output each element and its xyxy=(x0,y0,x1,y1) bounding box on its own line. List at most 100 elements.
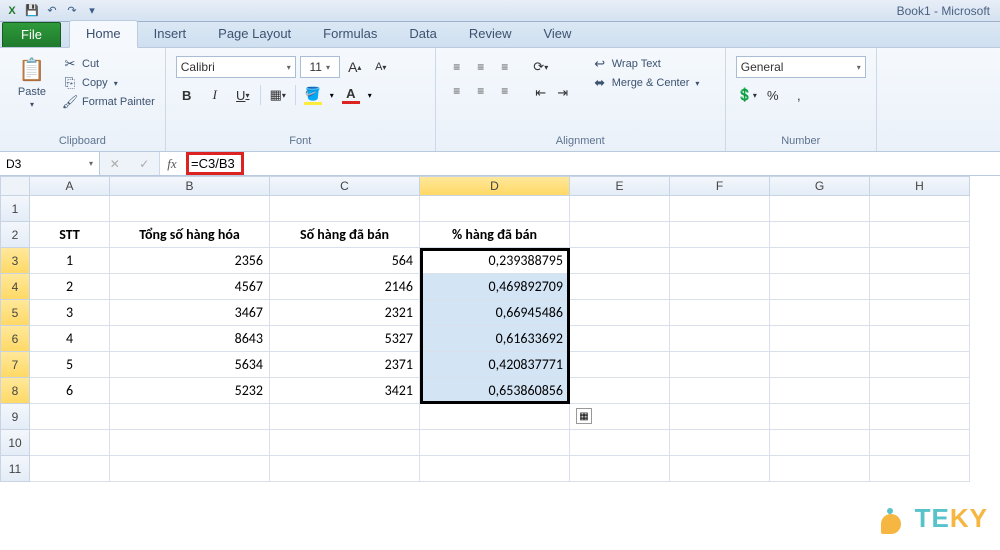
row-header-3[interactable]: 3 xyxy=(0,248,30,274)
font-name-combo[interactable]: Calibri▾ xyxy=(176,56,296,78)
row-header-5[interactable]: 5 xyxy=(0,300,30,326)
cell[interactable]: 3421 xyxy=(270,378,420,404)
cell[interactable] xyxy=(420,456,570,482)
cell[interactable]: 0,61633692 xyxy=(420,326,570,352)
tab-view[interactable]: View xyxy=(527,21,587,47)
cell[interactable] xyxy=(870,274,970,300)
cell[interactable]: 0,420837771 xyxy=(420,352,570,378)
align-top-button[interactable]: ≡ xyxy=(446,56,468,78)
cell[interactable] xyxy=(110,430,270,456)
cell[interactable] xyxy=(770,404,870,430)
cell[interactable]: 2146 xyxy=(270,274,420,300)
cell[interactable] xyxy=(670,404,770,430)
cell[interactable] xyxy=(110,456,270,482)
col-header-C[interactable]: C xyxy=(270,176,420,196)
tab-formulas[interactable]: Formulas xyxy=(307,21,393,47)
cell[interactable] xyxy=(110,404,270,430)
border-button[interactable]: ▦▾ xyxy=(267,84,289,106)
font-color-button[interactable]: A xyxy=(340,84,362,106)
cell[interactable] xyxy=(770,352,870,378)
cell[interactable] xyxy=(870,378,970,404)
cell[interactable] xyxy=(670,378,770,404)
font-size-combo[interactable]: 11▾ xyxy=(300,56,340,78)
cell[interactable] xyxy=(770,274,870,300)
col-header-D[interactable]: D xyxy=(420,176,570,196)
cell[interactable]: Số hàng đã bán xyxy=(270,222,420,248)
cell[interactable] xyxy=(670,352,770,378)
cell[interactable] xyxy=(870,404,970,430)
cell[interactable] xyxy=(30,196,110,222)
cell[interactable]: 0,239388795 xyxy=(420,248,570,274)
cell[interactable] xyxy=(770,248,870,274)
cell[interactable] xyxy=(570,352,670,378)
redo-icon[interactable]: ↷ xyxy=(64,3,80,19)
col-header-E[interactable]: E xyxy=(570,176,670,196)
fill-color-button[interactable]: 🪣 xyxy=(302,84,324,106)
cell[interactable] xyxy=(270,196,420,222)
cell[interactable] xyxy=(570,300,670,326)
enter-formula-icon[interactable]: ✓ xyxy=(139,157,149,171)
cell[interactable] xyxy=(770,222,870,248)
formula-input[interactable]: =C3/B3 xyxy=(184,152,1000,175)
cell[interactable] xyxy=(770,300,870,326)
tab-file[interactable]: File xyxy=(2,22,61,47)
row-header-2[interactable]: 2 xyxy=(0,222,30,248)
shrink-font-button[interactable]: A▾ xyxy=(370,56,392,78)
cell[interactable]: STT xyxy=(30,222,110,248)
align-bottom-button[interactable]: ≡ xyxy=(494,56,516,78)
tab-data[interactable]: Data xyxy=(393,21,452,47)
cell[interactable] xyxy=(670,222,770,248)
row-header-8[interactable]: 8 xyxy=(0,378,30,404)
row-header-4[interactable]: 4 xyxy=(0,274,30,300)
cell[interactable] xyxy=(570,378,670,404)
fx-icon[interactable]: fx xyxy=(160,156,184,172)
align-center-button[interactable]: ≡ xyxy=(470,80,492,102)
cell[interactable] xyxy=(420,404,570,430)
cell[interactable]: 0,653860856 xyxy=(420,378,570,404)
col-header-A[interactable]: A xyxy=(30,176,110,196)
select-all-corner[interactable] xyxy=(0,176,30,196)
cell[interactable] xyxy=(870,430,970,456)
paste-button[interactable]: 📋 Paste ▾ xyxy=(10,56,54,109)
undo-icon[interactable]: ↶ xyxy=(44,3,60,19)
cell[interactable] xyxy=(670,274,770,300)
cell[interactable] xyxy=(670,196,770,222)
col-header-B[interactable]: B xyxy=(110,176,270,196)
cell[interactable] xyxy=(570,430,670,456)
row-header-7[interactable]: 7 xyxy=(0,352,30,378)
decrease-indent-button[interactable]: ⇤ xyxy=(530,82,552,104)
cell[interactable]: 4 xyxy=(30,326,110,352)
cut-button[interactable]: ✂Cut xyxy=(62,56,155,72)
cell[interactable] xyxy=(570,274,670,300)
cell[interactable] xyxy=(770,456,870,482)
number-format-combo[interactable]: General▾ xyxy=(736,56,866,78)
cell[interactable] xyxy=(30,404,110,430)
wrap-text-button[interactable]: ↩Wrap Text xyxy=(592,56,700,72)
grow-font-button[interactable]: A▴ xyxy=(344,56,366,78)
cell[interactable]: 4567 xyxy=(110,274,270,300)
row-header-6[interactable]: 6 xyxy=(0,326,30,352)
save-icon[interactable]: 💾 xyxy=(24,3,40,19)
cell[interactable] xyxy=(770,326,870,352)
autofill-options-icon[interactable]: ▦ xyxy=(576,408,592,424)
cell[interactable]: 2371 xyxy=(270,352,420,378)
col-header-H[interactable]: H xyxy=(870,176,970,196)
cell[interactable] xyxy=(870,300,970,326)
orientation-button[interactable]: ⟳▾ xyxy=(530,56,552,78)
cell[interactable] xyxy=(870,222,970,248)
cell[interactable]: 3467 xyxy=(110,300,270,326)
cancel-formula-icon[interactable]: ✕ xyxy=(110,157,120,171)
row-header-11[interactable]: 11 xyxy=(0,456,30,482)
increase-indent-button[interactable]: ⇥ xyxy=(552,82,574,104)
name-box[interactable]: D3▾ xyxy=(0,152,100,175)
cell[interactable]: 5327 xyxy=(270,326,420,352)
cell[interactable]: 1 xyxy=(30,248,110,274)
cell[interactable] xyxy=(870,248,970,274)
cell[interactable] xyxy=(670,300,770,326)
cell[interactable] xyxy=(270,404,420,430)
cell[interactable]: 2321 xyxy=(270,300,420,326)
comma-format-button[interactable]: , xyxy=(788,84,810,106)
cell[interactable] xyxy=(670,248,770,274)
cell[interactable] xyxy=(570,326,670,352)
merge-center-button[interactable]: ⬌Merge & Center▾ xyxy=(592,75,700,91)
